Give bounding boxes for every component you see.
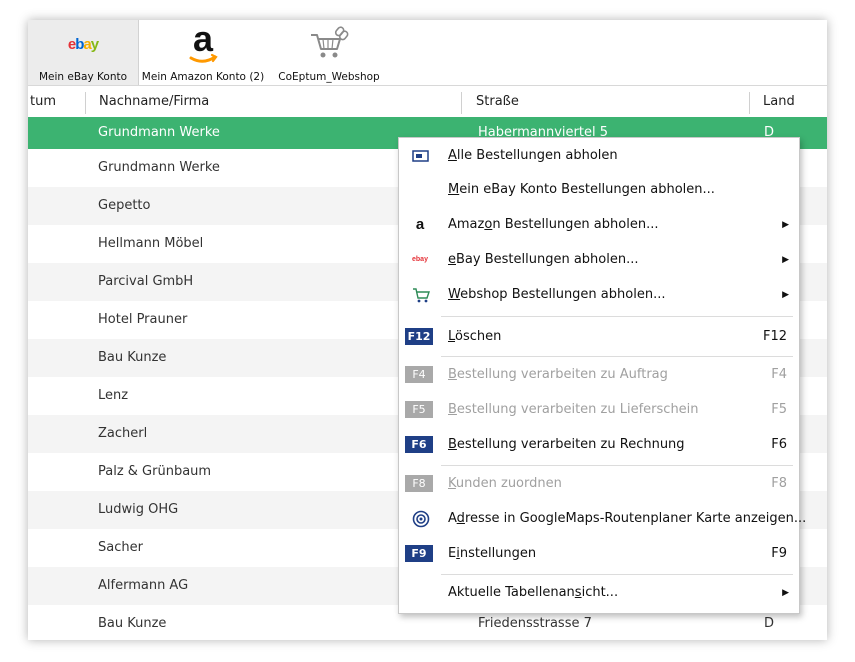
ebay-account-label: Mein eBay Konto	[38, 71, 128, 83]
submenu-arrow-icon: ▶	[782, 290, 789, 300]
menu-separator	[441, 356, 793, 357]
menu-item-process-to-delivery-note: F5 Bestellung verarbeiten zu Lieferschei…	[399, 395, 799, 425]
cell-name: Hotel Prauner	[98, 312, 188, 327]
menu-item-label: Kunden zuordnen	[448, 476, 562, 491]
monitor-icon	[407, 147, 433, 165]
cell-name: Lenz	[98, 388, 129, 403]
cell-name: Bau Kunze	[98, 616, 167, 631]
f4-key-icon: F4	[405, 366, 433, 383]
webshop-cart-icon	[308, 25, 350, 65]
ebay-icon: ebay	[412, 256, 428, 263]
shortcut-label: F4	[771, 367, 787, 382]
menu-separator	[441, 465, 793, 466]
cell-name: Ludwig OHG	[98, 502, 179, 517]
shortcut-label: F5	[771, 402, 787, 417]
f8-key-icon: F8	[405, 475, 433, 492]
shortcut-label: F8	[771, 476, 787, 491]
menu-item-label: Amazon Bestellungen abholen...	[448, 217, 659, 232]
f9-key-icon: F9	[405, 545, 433, 562]
menu-item-label: Webshop Bestellungen abholen...	[448, 287, 666, 302]
column-separator[interactable]	[85, 92, 86, 114]
menu-item-fetch-all-orders[interactable]: Alle Bestellungen abholen	[399, 141, 799, 171]
menu-item-fetch-ebay-account-orders[interactable]: Mein eBay Konto Bestellungen abholen...	[399, 175, 799, 205]
menu-item-label: Löschen	[448, 329, 502, 344]
submenu-arrow-icon: ▶	[782, 588, 789, 598]
webshop-button[interactable]: CoEptum_Webshop	[276, 20, 382, 85]
f12-key-icon: F12	[405, 328, 433, 345]
cart-icon	[407, 286, 433, 304]
column-separator[interactable]	[461, 92, 462, 114]
cell-name: Grundmann Werke	[98, 125, 220, 140]
menu-item-label: Alle Bestellungen abholen	[448, 148, 618, 163]
ebay-logo-icon: ebay	[67, 36, 99, 53]
menu-separator	[441, 574, 793, 575]
menu-item-label: Aktuelle Tabellenansicht...	[448, 585, 619, 600]
menu-item-label: Bestellung verarbeiten zu Rechnung	[448, 437, 685, 452]
cell-name: Parcival GmbH	[98, 274, 194, 289]
toolbar: ebay Mein eBay Konto a Mein Amazon Konto…	[28, 20, 827, 86]
f6-key-icon: F6	[405, 436, 433, 453]
menu-item-delete[interactable]: F12 Löschen F12	[399, 322, 799, 352]
cell-name: Sacher	[98, 540, 143, 555]
target-icon	[407, 510, 433, 528]
amazon-account-label: Mein Amazon Konto (2)	[141, 71, 265, 83]
menu-item-show-address-maps[interactable]: Adresse in GoogleMaps-Routenplaner Karte…	[399, 504, 806, 534]
f5-key-icon: F5	[405, 401, 433, 418]
cell-name: Grundmann Werke	[98, 160, 220, 175]
cell-name: Alfermann AG	[98, 578, 189, 593]
column-header-street[interactable]: Straße	[476, 86, 519, 117]
menu-item-label: Bestellung verarbeiten zu Lieferschein	[448, 402, 699, 417]
menu-item-label: Einstellungen	[448, 546, 537, 561]
menu-item-table-view[interactable]: Aktuelle Tabellenansicht... ▶	[399, 578, 799, 608]
submenu-arrow-icon: ▶	[782, 255, 789, 265]
menu-item-label: Mein eBay Konto Bestellungen abholen...	[448, 182, 715, 197]
menu-item-process-to-order: F4 Bestellung verarbeiten zu Auftrag F4	[399, 360, 799, 390]
amazon-account-button[interactable]: a Mein Amazon Konto (2)	[138, 20, 268, 85]
amazon-logo-icon: a	[183, 20, 223, 64]
cell-name: Palz & Grünbaum	[98, 464, 212, 479]
ebay-account-button[interactable]: ebay Mein eBay Konto	[28, 20, 139, 85]
column-header-country[interactable]: Land	[763, 86, 795, 117]
cell-name: Zacherl	[98, 426, 148, 441]
shortcut-label: F9	[771, 546, 787, 561]
menu-item-assign-customers: F8 Kunden zuordnen F8	[399, 469, 799, 499]
column-separator[interactable]	[749, 92, 750, 114]
menu-item-settings[interactable]: F9 Einstellungen F9	[399, 539, 799, 569]
amazon-icon: a	[415, 216, 425, 233]
menu-item-label: Adresse in GoogleMaps-Routenplaner Karte…	[448, 511, 807, 526]
menu-separator	[441, 316, 793, 317]
cell-name: Hellmann Möbel	[98, 236, 204, 251]
menu-item-webshop-orders[interactable]: Webshop Bestellungen abholen... ▶	[399, 280, 799, 310]
menu-item-ebay-orders[interactable]: ebay eBay Bestellungen abholen... ▶	[399, 245, 799, 275]
menu-item-label: eBay Bestellungen abholen...	[448, 252, 639, 267]
shortcut-label: F12	[762, 329, 787, 344]
shortcut-label: F6	[771, 437, 787, 452]
menu-item-process-to-invoice[interactable]: F6 Bestellung verarbeiten zu Rechnung F6	[399, 430, 799, 460]
table-header: tum Nachname/Firma Straße Land	[28, 86, 827, 118]
context-menu: Alle Bestellungen abholen Mein eBay Kont…	[398, 137, 806, 614]
webshop-label: CoEptum_Webshop	[278, 71, 380, 83]
menu-item-label: Bestellung verarbeiten zu Auftrag	[448, 367, 668, 382]
cell-name: Gepetto	[98, 198, 151, 213]
menu-item-amazon-orders[interactable]: a Amazon Bestellungen abholen... ▶	[399, 210, 799, 240]
cell-name: Bau Kunze	[98, 350, 167, 365]
column-header-date[interactable]: tum	[30, 86, 56, 117]
submenu-arrow-icon: ▶	[782, 220, 789, 230]
column-header-name[interactable]: Nachname/Firma	[99, 86, 209, 117]
